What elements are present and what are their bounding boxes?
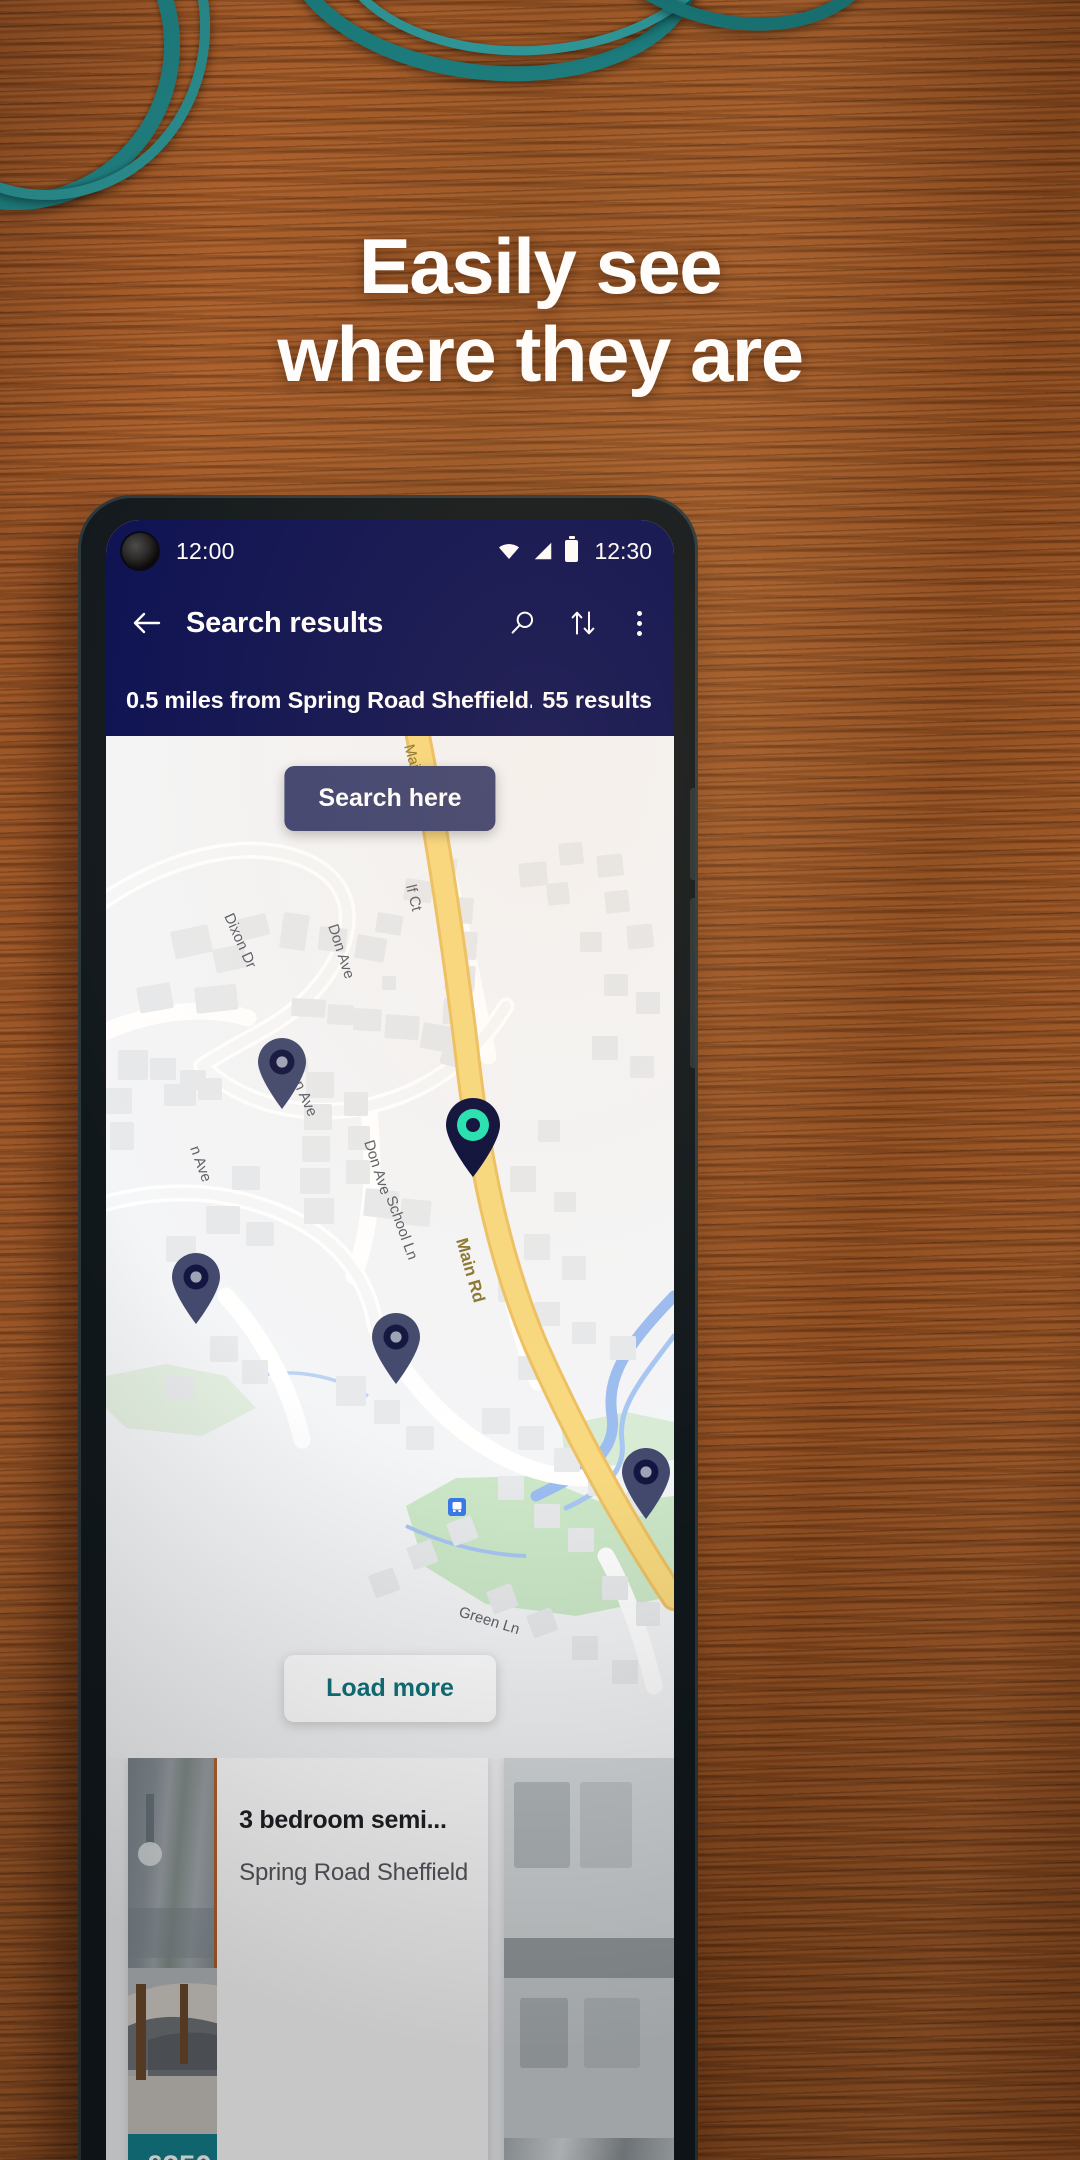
sort-arrows-icon xyxy=(571,611,595,635)
front-camera-punch-hole xyxy=(122,533,158,569)
phone-screen: 12:00 12:30 Search results 0.5 miles fro… xyxy=(106,520,674,2160)
teal-coil-decoration xyxy=(0,0,225,214)
headline-line-1: Easily see xyxy=(358,222,723,310)
promo-headline: Easily see where they are xyxy=(0,222,1080,398)
listing-photo[interactable] xyxy=(504,1758,674,2160)
more-vertical-icon xyxy=(636,620,642,626)
listing-photo[interactable]: £250,000 xyxy=(128,1758,218,2160)
map-view[interactable]: Dixon Dr Don Ave Don Ave Don Ave n Ave l… xyxy=(106,736,674,1758)
signal-icon xyxy=(535,542,552,560)
map-pin-1[interactable] xyxy=(254,1036,310,1110)
app-bar: Search results xyxy=(106,582,674,664)
listing-info: 3 bedroom semi... Spring Road Sheffield xyxy=(217,1758,488,2160)
page-title: Search results xyxy=(186,606,384,639)
listing-title: 3 bedroom semi... xyxy=(239,1806,447,1834)
map-pin-2-selected[interactable] xyxy=(442,1096,504,1178)
listing-carousel[interactable]: £250,000 3 bedroom semi... Spring Road S… xyxy=(106,1758,674,2160)
status-bar-icons: 12:30 xyxy=(497,536,652,565)
status-bar-left-time: 12:00 xyxy=(176,537,235,564)
promo-stage: Easily see where they are 12:00 12:30 Se… xyxy=(0,0,1080,2160)
search-location-text: 0.5 miles from Spring Road Sheffield... xyxy=(126,686,533,713)
phone-volume-button xyxy=(690,788,695,880)
map-pin-4[interactable] xyxy=(368,1311,424,1385)
status-bar: 12:00 12:30 xyxy=(106,520,674,582)
listing-card-1[interactable]: £250,000 3 bedroom semi... Spring Road S… xyxy=(128,1758,488,2160)
app-bar-actions xyxy=(506,606,652,640)
phone-mockup: 12:00 12:30 Search results 0.5 miles fro… xyxy=(78,495,698,2160)
search-icon xyxy=(511,611,534,634)
bedroom-photo-detail xyxy=(128,1758,218,2136)
sort-button[interactable] xyxy=(566,606,600,640)
listing-price: £250,000 xyxy=(128,2134,218,2160)
battery-icon xyxy=(565,536,579,562)
headline-line-2: where they are xyxy=(277,310,804,398)
results-count: 55 results xyxy=(542,686,652,713)
search-summary-bar[interactable]: 0.5 miles from Spring Road Sheffield... … xyxy=(106,664,674,736)
more-options-button[interactable] xyxy=(626,610,652,636)
search-button[interactable] xyxy=(506,606,540,640)
search-here-button[interactable]: Search here xyxy=(284,766,496,831)
arrow-left-icon xyxy=(133,612,161,634)
map-canvas: Dixon Dr Don Ave Don Ave Don Ave n Ave l… xyxy=(106,736,674,1758)
wifi-icon xyxy=(499,544,520,559)
kitchen-photo-detail xyxy=(504,1758,674,2138)
status-bar-right-time: 12:30 xyxy=(594,537,652,564)
listing-subtitle: Spring Road Sheffield xyxy=(239,1859,468,1886)
back-button[interactable] xyxy=(126,602,168,644)
more-vertical-icon xyxy=(636,610,642,616)
map-pin-5[interactable] xyxy=(618,1446,674,1520)
bus-stop-icon xyxy=(448,1498,466,1516)
more-vertical-icon xyxy=(636,630,642,636)
map-pin-3[interactable] xyxy=(168,1251,224,1325)
load-more-button[interactable]: Load more xyxy=(284,1655,496,1722)
phone-power-button xyxy=(690,898,695,1068)
listing-card-2[interactable] xyxy=(504,1758,674,2160)
